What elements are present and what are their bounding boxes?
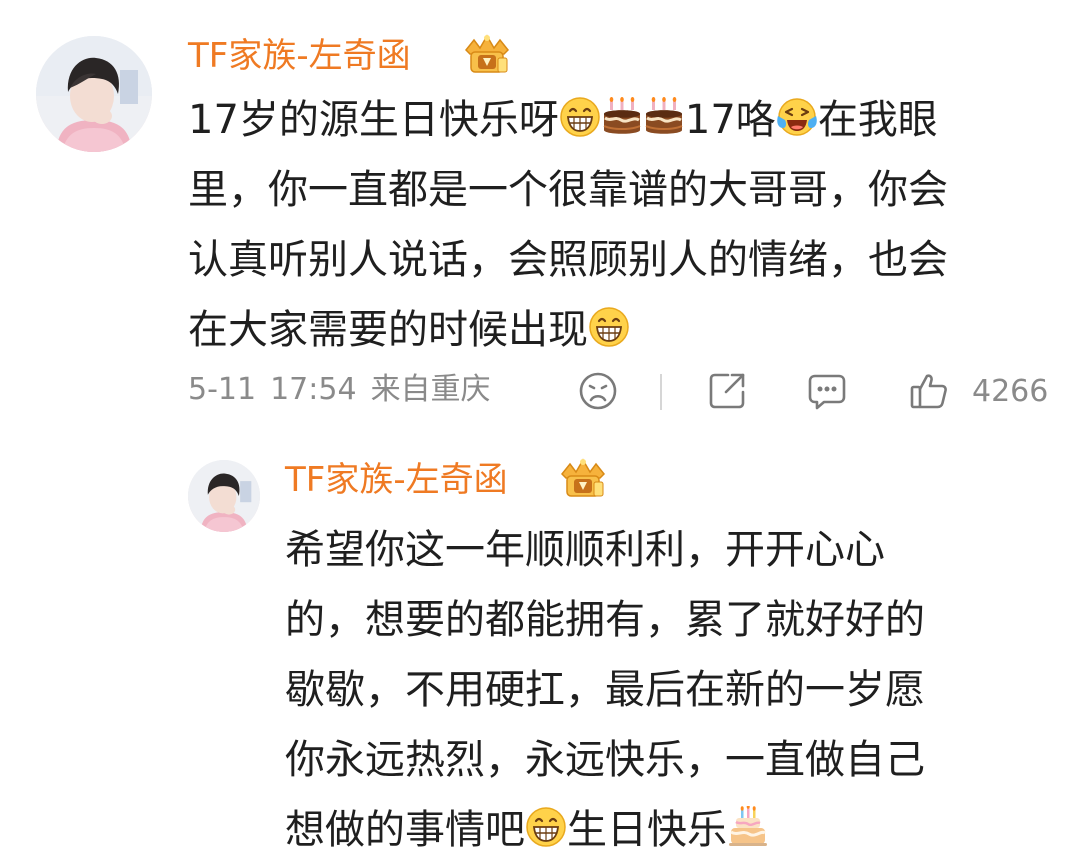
reply-username[interactable]: TF家族-左奇函 [285, 460, 508, 500]
comment-meta: 5-11 17:54 来自重庆 [188, 368, 505, 412]
avatar[interactable] [36, 36, 152, 152]
grin-emoji-icon [588, 306, 630, 348]
avatar-photo [188, 460, 260, 532]
text-segment: 里，你一直都是一个很靠谱的大哥哥，你会 [188, 167, 948, 213]
comment-username[interactable]: TF家族-左奇函 [188, 36, 411, 76]
text-segment: 你永远热烈，永远快乐，一直做自己 [285, 737, 925, 783]
text-segment: 在我眼 [817, 97, 938, 143]
text-line: 希望你这一年顺顺利利，开开心心 [285, 514, 1015, 584]
thumbs-up-icon[interactable] [908, 370, 950, 412]
text-segment: 在大家需要的时候出现 [188, 307, 588, 353]
dislike-face-icon[interactable] [577, 370, 619, 412]
comment-icon[interactable] [806, 370, 848, 412]
text-segment: 希望你这一年顺顺利利，开开心心 [285, 527, 885, 573]
text-line: 17岁的源生日快乐呀 17咯 在我眼 [188, 84, 1048, 154]
like-count: 4266 [972, 374, 1049, 409]
cake-emoji-icon [643, 96, 685, 138]
comment-date: 5-11 [188, 372, 257, 407]
text-segment: 17咯 [684, 97, 776, 143]
text-line: 的，想要的都能拥有，累了就好好的 [285, 584, 1015, 654]
text-line: 认真听别人说话，会照顾别人的情绪，也会 [188, 224, 1048, 294]
grin-emoji-icon [559, 96, 601, 138]
text-line: 里，你一直都是一个很靠谱的大哥哥，你会 [188, 154, 1048, 224]
comment-location: 来自重庆 [370, 372, 491, 407]
avatar-photo [36, 36, 152, 152]
text-segment: 认真听别人说话，会照顾别人的情绪，也会 [188, 237, 948, 283]
reply-text: 希望你这一年顺顺利利，开开心心 的，想要的都能拥有，累了就好好的 歇歇，不用硬扛，最… [285, 514, 1015, 864]
text-segment: 17岁的源生日快乐呀 [188, 97, 559, 143]
text-line: 在大家需要的时候出现 [188, 294, 1048, 364]
comment-time: 17:54 [270, 372, 357, 407]
action-divider [660, 374, 662, 410]
text-segment: 歇歇，不用硬扛，最后在新的一岁愿 [285, 667, 925, 713]
vip-crown-badge-icon [462, 32, 512, 76]
reply-avatar[interactable] [188, 460, 260, 532]
text-line: 想做的事情吧 生日快乐 [285, 794, 1015, 864]
laugh-cry-emoji-icon [776, 96, 818, 138]
grin-emoji-icon [525, 806, 567, 848]
birthday-cake-emoji-icon [727, 806, 769, 848]
vip-crown-badge-icon [558, 456, 608, 500]
share-icon[interactable] [706, 370, 748, 412]
text-line: 歇歇，不用硬扛，最后在新的一岁愿 [285, 654, 1015, 724]
text-segment: 想做的事情吧 [285, 807, 525, 853]
comment-text: 17岁的源生日快乐呀 17咯 在我眼里，你一直都是一个很靠谱的大哥哥，你会 认真听别人… [188, 84, 1048, 364]
text-line: 你永远热烈，永远快乐，一直做自己 [285, 724, 1015, 794]
cake-emoji-icon [601, 96, 643, 138]
text-segment: 生日快乐 [567, 807, 727, 853]
text-segment: 的，想要的都能拥有，累了就好好的 [285, 597, 925, 643]
